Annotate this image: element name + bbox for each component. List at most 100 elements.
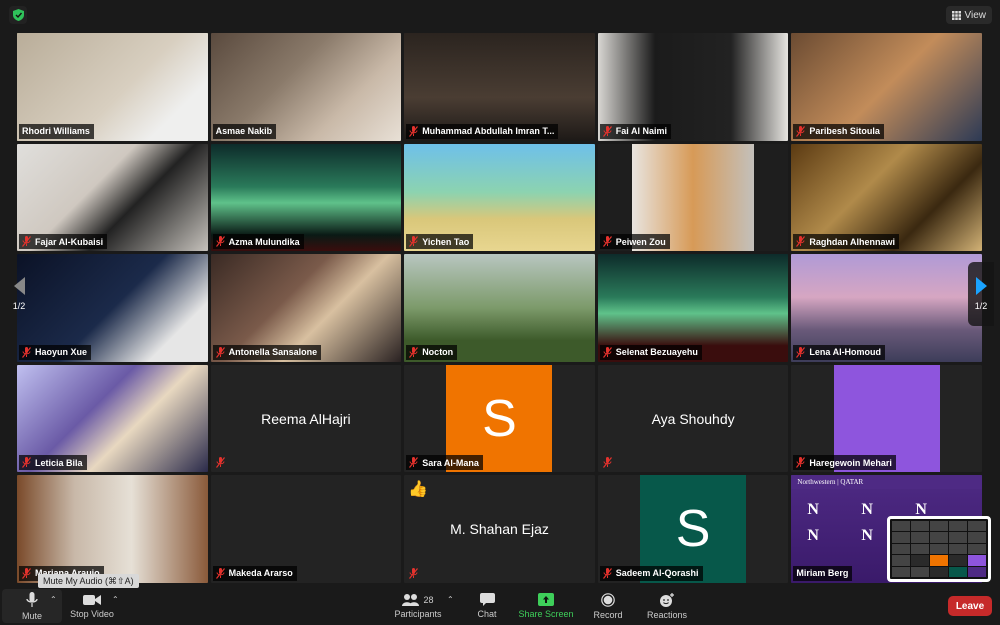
chat-icon	[479, 593, 495, 606]
mini-tile	[930, 532, 948, 543]
participant-name: Yichen Tao	[422, 236, 470, 247]
mute-tooltip: Mute My Audio (⌘⇧A)	[38, 574, 139, 588]
participant-nametag	[213, 455, 229, 470]
participant-tile[interactable]: S Sara Al-Mana	[404, 364, 595, 473]
mini-tile	[911, 555, 929, 566]
participant-tile[interactable]: Leticia Bila	[17, 364, 208, 473]
participant-nametag: Paribesh Sitoula	[793, 123, 884, 139]
participant-tile[interactable]: Paribesh Sitoula	[791, 33, 982, 141]
arrow-right-icon	[975, 277, 987, 295]
shield-check-icon[interactable]	[9, 6, 27, 24]
mini-tile	[911, 566, 929, 577]
participant-tile[interactable]: Mariana Araujo	[17, 475, 208, 583]
participant-tile[interactable]: Rhodri Williams	[17, 33, 208, 141]
northwestern-logo: N	[861, 501, 873, 519]
stop-video-button[interactable]: Stop Video	[68, 589, 116, 623]
participant-name: Asmae Nakib	[215, 126, 273, 137]
northwestern-banner: Northwestern | QATAR	[791, 475, 982, 490]
participant-name: Miriam Berg	[796, 568, 849, 579]
video-options-caret[interactable]: ⌃	[112, 595, 119, 604]
record-button[interactable]: Record	[590, 589, 626, 623]
participant-count: 28	[423, 594, 434, 605]
participant-tile[interactable]: Antonella Sansalone	[210, 254, 402, 362]
top-bar: View	[0, 0, 1000, 30]
participant-tile[interactable]: Peiwen Zou	[597, 143, 789, 252]
participant-name: Peiwen Zou	[615, 236, 666, 247]
meeting-toolbar: Mute ⌃ Stop Video ⌃ 28 Participants ⌃ Ch…	[0, 587, 1000, 625]
participant-name: Sadeem Al-Qorashi	[615, 568, 699, 579]
participant-tile[interactable]: Reema AlHajri	[210, 364, 402, 473]
participants-options-caret[interactable]: ⌃	[447, 595, 454, 604]
participant-tile[interactable]: Asmae Nakib	[210, 33, 402, 141]
mini-tile	[911, 532, 929, 543]
participant-nametag: Rhodri Williams	[19, 123, 94, 139]
mini-tile	[930, 566, 948, 577]
participant-nametag: Sadeem Al-Qorashi	[599, 565, 703, 581]
muted-microphone-icon	[22, 567, 31, 579]
participant-tile[interactable]: Makeda Ararso	[210, 475, 402, 583]
participant-tile[interactable]: Yichen Tao	[404, 143, 595, 252]
participants-button[interactable]: 28 Participants	[392, 589, 444, 623]
arrow-left-icon	[13, 277, 25, 295]
muted-microphone-icon	[602, 236, 612, 248]
next-page-button[interactable]: 1/2	[968, 262, 994, 326]
reactions-button[interactable]: Reactions	[644, 589, 690, 623]
participant-nametag: Antonella Sansalone	[212, 344, 322, 360]
muted-microphone-icon	[22, 236, 31, 248]
participant-tile[interactable]: Fai Al Naimi	[597, 33, 789, 141]
self-view-thumbnail[interactable]	[887, 516, 991, 582]
mini-tile	[968, 521, 986, 532]
participant-tile[interactable]: Azma Mulundika	[210, 143, 402, 252]
participant-nametag: Azma Mulundika	[212, 234, 304, 250]
participant-nametag: Peiwen Zou	[599, 234, 670, 250]
mini-tile	[892, 543, 910, 555]
self-view-grid	[892, 521, 986, 577]
muted-microphone-icon	[215, 236, 225, 248]
participant-name: Rhodri Williams	[22, 126, 90, 137]
participant-nametag: Asmae Nakib	[212, 123, 277, 139]
participant-tile[interactable]: Lena Al-Homoud	[791, 254, 982, 362]
reactions-icon	[660, 592, 674, 607]
participant-tile[interactable]: Raghdan Alhennawi	[791, 143, 982, 252]
participant-tile[interactable]: Muhammad Abdullah Imran T...	[404, 33, 595, 141]
participant-name: Raghdan Alhennawi	[809, 236, 896, 247]
muted-microphone-icon	[796, 457, 806, 469]
participant-tile[interactable]: Fajar Al-Kubaisi	[17, 143, 208, 252]
muted-microphone-icon	[409, 567, 419, 579]
participant-tile[interactable]: Aya Shouhdy	[597, 364, 789, 473]
participants-icon	[402, 593, 420, 606]
participant-nametag: Fai Al Naimi	[599, 123, 671, 139]
participant-tile[interactable]: Haoyun Xue	[17, 254, 208, 362]
share-screen-button[interactable]: Share Screen	[516, 589, 576, 623]
participant-tile[interactable]: Haregewoin Mehari	[791, 364, 982, 473]
chat-button[interactable]: Chat	[472, 589, 502, 623]
participant-nametag: Miriam Berg	[793, 565, 853, 581]
chat-label: Chat	[477, 609, 497, 619]
muted-microphone-icon	[796, 125, 806, 137]
mini-tile	[911, 521, 929, 532]
mini-tile	[968, 555, 986, 566]
share-screen-label: Share Screen	[518, 609, 574, 619]
participant-nametag: Sara Al-Mana	[406, 455, 483, 471]
participant-name: Haoyun Xue	[35, 347, 88, 358]
mini-tile	[892, 566, 910, 577]
audio-options-caret[interactable]: ⌃	[50, 595, 57, 604]
participant-name: Leticia Bila	[35, 457, 83, 468]
participant-tile[interactable]: S Sadeem Al-Qorashi	[597, 475, 789, 583]
previous-page-button[interactable]: 1/2	[6, 262, 32, 326]
mini-tile	[892, 521, 910, 532]
view-button[interactable]: View	[945, 6, 992, 24]
stop-video-label: Stop Video	[70, 608, 114, 619]
participant-tile[interactable]: Selenat Bezuayehu	[597, 254, 789, 362]
participant-name: Selenat Bezuayehu	[615, 347, 698, 358]
gallery-grid: Rhodri Williams Asmae Nakib Muhammad Abdul…	[17, 33, 982, 583]
participant-tile[interactable]: M. Shahan Ejaz 👍	[404, 475, 595, 583]
muted-microphone-icon	[409, 457, 419, 469]
leave-button[interactable]: Leave	[948, 596, 992, 616]
participant-name-center: Aya Shouhdy	[651, 410, 735, 427]
participant-nametag: Muhammad Abdullah Imran T...	[406, 123, 559, 139]
participant-tile[interactable]: Nocton	[404, 254, 595, 362]
participant-nametag: Selenat Bezuayehu	[599, 344, 702, 360]
mini-tile	[949, 521, 967, 532]
participant-name: Paribesh Sitoula	[809, 126, 880, 137]
